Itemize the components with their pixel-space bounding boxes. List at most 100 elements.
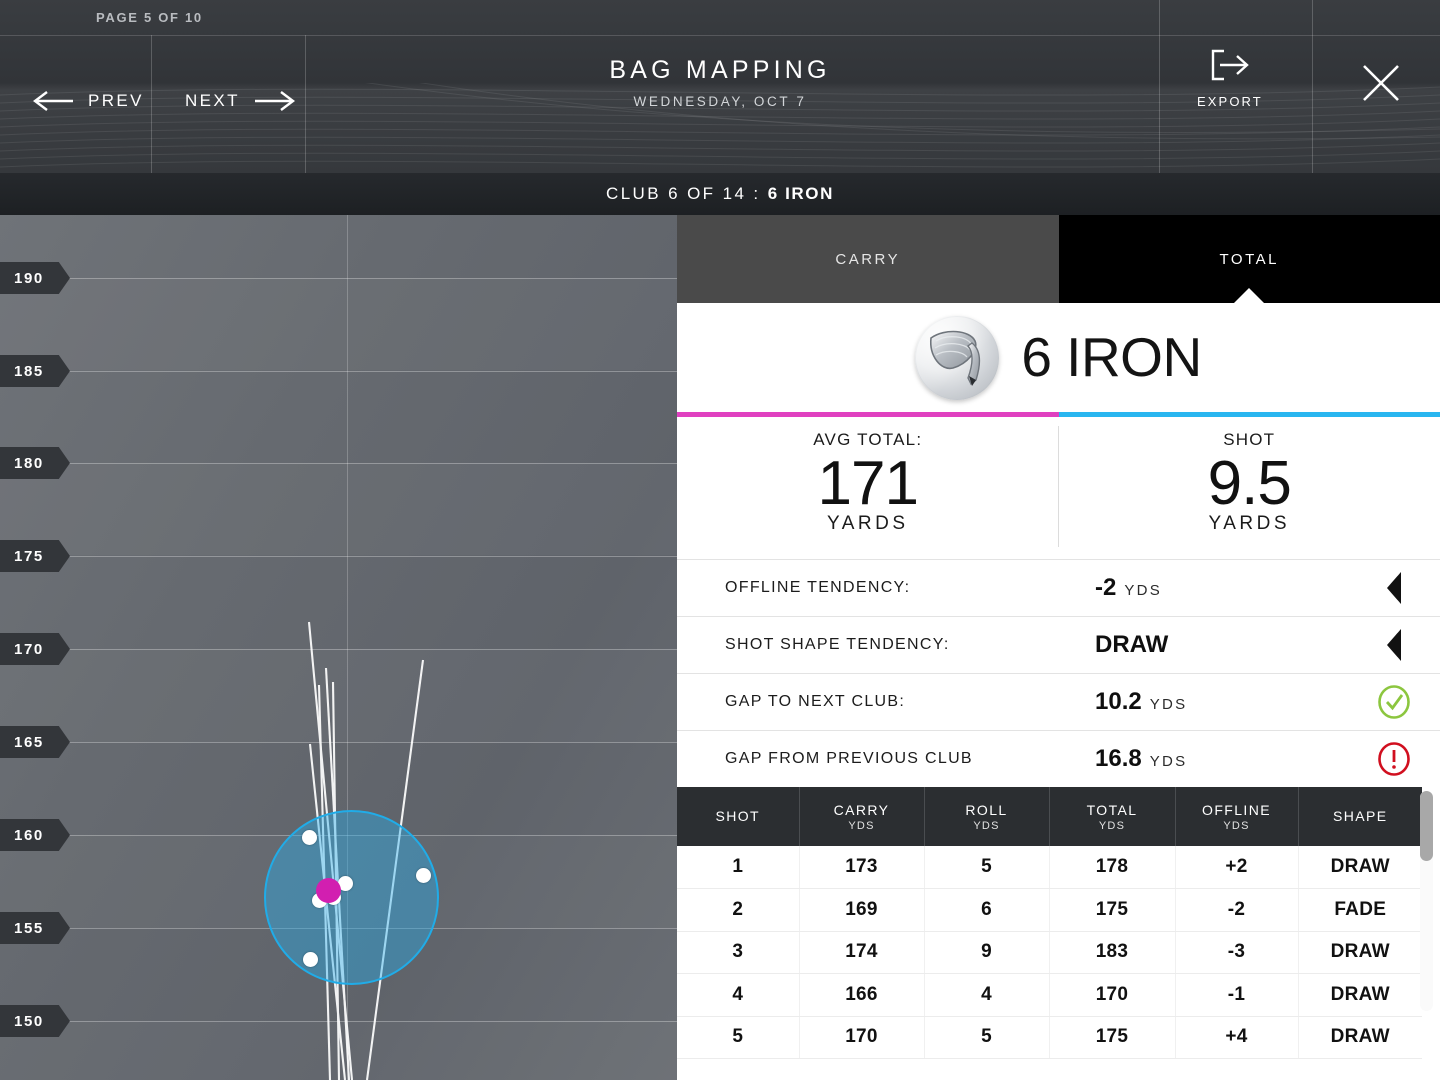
close-button[interactable] xyxy=(1358,60,1404,106)
left-triangle-icon xyxy=(1384,628,1404,662)
cell-shot: 2 xyxy=(677,889,799,932)
cell-shot: 3 xyxy=(677,931,799,974)
warning-circle-icon xyxy=(1377,742,1411,776)
chart-band xyxy=(0,1021,677,1080)
club-bar-text: CLUB 6 OF 14 : 6 IRON xyxy=(606,184,834,204)
tab-total[interactable]: TOTAL xyxy=(1059,215,1440,303)
header-divider-top xyxy=(0,35,1440,36)
close-icon xyxy=(1358,60,1404,106)
table-row[interactable]: 5 170 5 175 +4 DRAW xyxy=(677,1016,1422,1059)
table-row[interactable]: 3 174 9 183 -3 DRAW xyxy=(677,931,1422,974)
club-selector-bar[interactable]: CLUB 6 OF 14 : 6 IRON xyxy=(0,173,1440,215)
scrollbar-thumb[interactable] xyxy=(1420,791,1433,861)
cell-roll: 6 xyxy=(924,889,1049,932)
shot-point[interactable] xyxy=(302,830,317,845)
stat-accent-bar-blue xyxy=(1059,412,1440,417)
table-scrollbar[interactable] xyxy=(1420,791,1433,1011)
y-axis-tick: 170 xyxy=(0,633,70,665)
cell-carry: 170 xyxy=(799,1016,924,1059)
row-value-group: DRAW xyxy=(1095,631,1348,659)
export-button[interactable]: EXPORT xyxy=(1197,48,1263,109)
cell-carry: 169 xyxy=(799,889,924,932)
col-title: OFFLINE xyxy=(1176,802,1298,818)
cell-total: 178 xyxy=(1049,846,1175,889)
row-value: -2 xyxy=(1095,574,1116,602)
cell-total: 175 xyxy=(1049,889,1175,932)
club-header: 6 IRON xyxy=(677,303,1440,412)
page-indicator: PAGE 5 OF 10 xyxy=(96,10,203,25)
col-shot[interactable]: SHOT xyxy=(677,787,799,846)
next-label: NEXT xyxy=(185,91,240,111)
cell-shape: DRAW xyxy=(1298,974,1422,1017)
cell-total: 175 xyxy=(1049,1016,1175,1059)
stat-avg-total-label: AVG TOTAL: xyxy=(677,430,1059,450)
tab-active-pointer xyxy=(1233,288,1265,304)
prev-label: PREV xyxy=(88,91,144,111)
summary-stats: AVG TOTAL: 171 YARDS SHOT 9.5 YARDS xyxy=(677,412,1440,559)
cell-shape: DRAW xyxy=(1298,846,1422,889)
col-roll[interactable]: ROLL YDS xyxy=(924,787,1049,846)
dispersion-chart[interactable]: 190 185 180 175 170 165 160 155 150 xyxy=(0,215,677,1080)
cell-shot: 5 xyxy=(677,1016,799,1059)
row-label: SHOT SHAPE TENDENCY: xyxy=(725,636,1095,654)
chart-gridline xyxy=(0,742,677,743)
stat-avg-total-unit: YARDS xyxy=(677,513,1059,535)
row-value: DRAW xyxy=(1095,631,1168,659)
col-sub: YDS xyxy=(1050,820,1175,832)
cell-carry: 173 xyxy=(799,846,924,889)
cell-offline: -2 xyxy=(1175,889,1298,932)
row-unit: YDS xyxy=(1150,753,1188,770)
metric-tabs: CARRY TOTAL xyxy=(677,215,1440,303)
prev-button[interactable]: PREV xyxy=(30,90,144,112)
table-row[interactable]: 1 173 5 178 +2 DRAW xyxy=(677,846,1422,889)
y-axis-tick: 150 xyxy=(0,1005,70,1037)
col-sub: YDS xyxy=(800,820,924,832)
table-body: 1 173 5 178 +2 DRAW 2 169 6 175 -2 FADE xyxy=(677,846,1422,1059)
cell-roll: 5 xyxy=(924,1016,1049,1059)
table-row[interactable]: 2 169 6 175 -2 FADE xyxy=(677,889,1422,932)
stat-avg-total-value: 171 xyxy=(677,452,1059,515)
row-value: 16.8 xyxy=(1095,745,1142,773)
header-divider-4 xyxy=(1312,0,1313,173)
next-button[interactable]: NEXT xyxy=(185,90,298,112)
shot-point[interactable] xyxy=(303,952,318,967)
bag-mapping-screen: PAGE 5 OF 10 PREV NEXT BAG MAPPING WEDNE… xyxy=(0,0,1440,1080)
cell-roll: 9 xyxy=(924,931,1049,974)
cell-offline: +2 xyxy=(1175,846,1298,889)
col-carry[interactable]: CARRY YDS xyxy=(799,787,924,846)
cell-shape: DRAW xyxy=(1298,1016,1422,1059)
cell-shot: 1 xyxy=(677,846,799,889)
club-bar-prefix: CLUB 6 OF 14 : xyxy=(606,184,768,203)
table-row[interactable]: 4 166 4 170 -1 DRAW xyxy=(677,974,1422,1017)
left-triangle-icon xyxy=(1384,571,1404,605)
cell-offline: -1 xyxy=(1175,974,1298,1017)
average-point[interactable] xyxy=(316,878,341,903)
row-value: 10.2 xyxy=(1095,688,1142,716)
header-divider-3 xyxy=(1159,0,1160,173)
col-title: SHAPE xyxy=(1299,808,1423,824)
cell-roll: 5 xyxy=(924,846,1049,889)
iron-club-head-icon xyxy=(915,316,999,400)
stat-shot-value: 9.5 xyxy=(1059,452,1440,515)
stat-shot-label: SHOT xyxy=(1059,430,1440,450)
arrow-right-icon xyxy=(254,90,298,112)
club-bar-club-name: 6 IRON xyxy=(768,184,834,203)
row-value-group: -2 YDS xyxy=(1095,574,1348,602)
shot-point[interactable] xyxy=(416,868,431,883)
header-divider-2 xyxy=(305,35,306,173)
row-indicator xyxy=(1348,742,1440,776)
row-value-group: 10.2 YDS xyxy=(1095,688,1348,716)
col-total[interactable]: TOTAL YDS xyxy=(1049,787,1175,846)
col-shape[interactable]: SHAPE xyxy=(1298,787,1422,846)
tab-carry[interactable]: CARRY xyxy=(677,215,1059,303)
y-axis-tick: 155 xyxy=(0,912,70,944)
col-offline[interactable]: OFFLINE YDS xyxy=(1175,787,1298,846)
col-sub: YDS xyxy=(925,820,1049,832)
cell-total: 183 xyxy=(1049,931,1175,974)
export-icon xyxy=(1208,48,1252,82)
shot-table-wrapper: SHOT CARRY YDS ROLL YDS TOTAL xyxy=(677,787,1440,1059)
cell-shape: FADE xyxy=(1298,889,1422,932)
cell-shape: DRAW xyxy=(1298,931,1422,974)
cell-carry: 166 xyxy=(799,974,924,1017)
cell-offline: +4 xyxy=(1175,1016,1298,1059)
